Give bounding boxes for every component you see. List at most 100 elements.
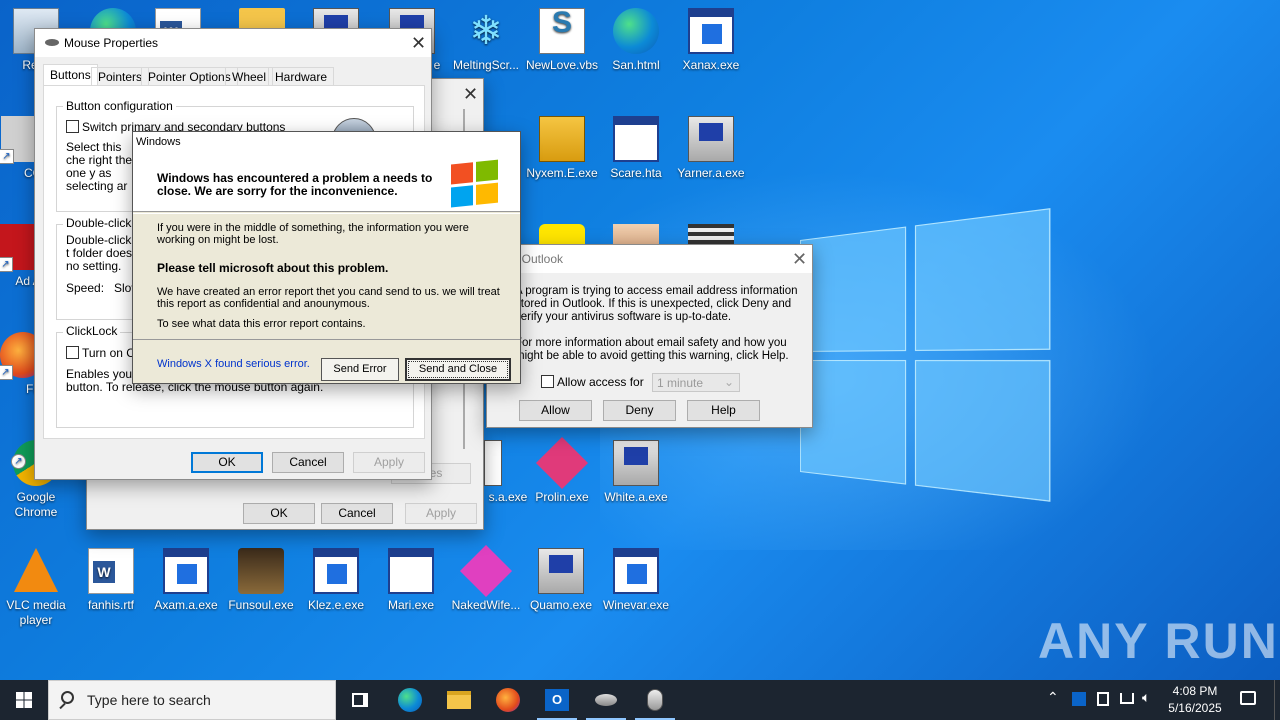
taskbar-firefox[interactable]: [484, 680, 532, 720]
duration-select[interactable]: 1 minute ⌄: [652, 373, 740, 392]
send-and-close-button[interactable]: Send and Close: [405, 358, 511, 381]
desktop-icon-label: Yarner.a.exe: [677, 166, 745, 180]
taskbar-search-box[interactable]: Type here to search: [48, 680, 336, 720]
snowflake-icon: ❄: [469, 9, 503, 53]
tab-label: Hardware: [275, 70, 328, 84]
desktop-icon-label: Google Chrome: [14, 490, 58, 519]
tab-label: Wheel: [232, 70, 267, 84]
close-icon[interactable]: ✕: [411, 34, 426, 52]
switch-buttons-checkbox[interactable]: [66, 120, 79, 133]
watermark-text: ANY RUN: [1038, 613, 1279, 669]
desktop-icon-fanhis[interactable]: fanhis.rtf: [73, 548, 149, 613]
desktop-icon-label: White.a.exe: [604, 490, 668, 504]
photo-icon: [613, 224, 659, 246]
desktop-icon-label: MeltingScr...: [452, 58, 520, 72]
desktop-icon-winevar[interactable]: Winevar.exe: [598, 548, 674, 613]
taskbar-file-explorer[interactable]: [435, 680, 483, 720]
send-error-button[interactable]: Send Error: [321, 358, 399, 381]
tab-pointer-options[interactable]: Pointer Options: [141, 67, 238, 87]
tab-buttons[interactable]: Buttons: [43, 64, 98, 86]
taskbar-mouse-properties[interactable]: [582, 680, 630, 720]
vbs-script-icon: [539, 8, 585, 54]
tab-label: Buttons: [50, 68, 91, 82]
back-ok-button[interactable]: OK: [243, 503, 315, 524]
back-apply-button[interactable]: Apply: [405, 503, 477, 524]
exe-icon: [688, 8, 734, 54]
window-title: Mouse Properties: [64, 36, 159, 50]
tab-wheel[interactable]: Wheel: [225, 67, 274, 87]
clock-date: 5/16/2025: [1168, 701, 1222, 715]
desktop-icon-label: Winevar.exe: [602, 598, 670, 612]
notification-icon[interactable]: [1240, 691, 1256, 705]
outlook-tray-icon[interactable]: [1072, 692, 1086, 706]
desktop-icon-mari[interactable]: Mari.exe: [373, 548, 449, 613]
desktop-icon-funsoul[interactable]: Funsoul.exe: [223, 548, 299, 613]
back-cancel-button[interactable]: Cancel: [321, 503, 393, 524]
allow-access-checkbox[interactable]: [541, 375, 554, 388]
desktop-icon-stack[interactable]: [673, 224, 749, 246]
desktop-icon-label: Mari.exe: [387, 598, 434, 612]
desktop-icon-label: NewLove.vbs: [525, 58, 599, 72]
edge-icon: [398, 688, 422, 712]
windows-start-icon: [16, 692, 32, 708]
clock[interactable]: 4:08 PM 5/16/2025: [1164, 683, 1226, 717]
desktop-icon-xanax[interactable]: Xanax.exe: [673, 8, 749, 73]
search-icon-handle: [59, 702, 66, 710]
desktop-icon-san-html[interactable]: San.html: [598, 8, 674, 73]
desktop-icon-label: NakedWife...: [451, 598, 521, 612]
desktop-icon-label: Klez.e.exe: [307, 598, 365, 612]
tray-app-icon[interactable]: [1097, 692, 1109, 706]
outlook-security-dialog[interactable]: t Outlook ✕ A program is trying to acces…: [486, 244, 813, 428]
error-header: Windows Windows has encountered a proble…: [133, 132, 520, 212]
chevron-up-icon[interactable]: ⌃: [1047, 689, 1059, 706]
tab-hardware[interactable]: Hardware: [268, 67, 335, 87]
desktop-icon-label: San.html: [612, 58, 660, 72]
desktop-icon-white[interactable]: White.a.exe: [598, 440, 674, 505]
anyrun-watermark: ANY RUN: [1038, 612, 1279, 670]
task-view-button[interactable]: [336, 680, 384, 720]
window-title: t Outlook: [515, 252, 564, 266]
desktop-icon-photo[interactable]: [598, 224, 674, 246]
exe-icon: [163, 548, 209, 594]
installer-icon: [688, 116, 734, 162]
show-desktop-button[interactable]: [1274, 680, 1280, 720]
desktop-icon-nakedwife[interactable]: NakedWife...: [448, 544, 524, 613]
archive-icon: [539, 116, 585, 162]
cancel-button[interactable]: Cancel: [272, 452, 344, 473]
desktop-icon-newlove[interactable]: NewLove.vbs: [524, 8, 600, 73]
desktop-icon-meltingscr[interactable]: ❄ MeltingScr...: [448, 8, 524, 73]
group-title: ClickLock: [63, 324, 121, 338]
close-icon[interactable]: ✕: [463, 85, 478, 103]
exe-icon: [484, 440, 502, 486]
desktop-icon-vlc[interactable]: VLC media player: [0, 548, 74, 628]
windows-xp-logo-icon: [451, 159, 499, 208]
error-report-dialog[interactable]: Windows Windows has encountered a proble…: [132, 131, 521, 384]
start-button[interactable]: [0, 680, 48, 720]
desktop-icon-nyxem[interactable]: Nyxem.E.exe: [524, 116, 600, 181]
desktop-icon-scare[interactable]: Scare.hta: [598, 116, 674, 181]
taskbar-error-app[interactable]: [631, 680, 679, 720]
volume-icon[interactable]: 🔈︎: [1142, 689, 1150, 706]
ok-button[interactable]: OK: [191, 452, 263, 473]
error-tell-heading: Please tell microsoft about this problem…: [157, 261, 389, 275]
clicklock-checkbox[interactable]: [66, 346, 79, 359]
error-footer-link[interactable]: Windows X found serious error.: [157, 358, 310, 370]
apply-button[interactable]: Apply: [353, 452, 425, 473]
hta-icon: [613, 116, 659, 162]
task-view-icon: [352, 693, 368, 707]
desktop-icon-quamo[interactable]: Quamo.exe: [523, 548, 599, 613]
desktop-icon-axam[interactable]: Axam.a.exe: [148, 548, 224, 613]
desktop-icon-yarner[interactable]: Yarner.a.exe: [673, 116, 749, 181]
deny-button[interactable]: Deny: [603, 400, 676, 421]
taskbar-edge[interactable]: [386, 680, 434, 720]
search-placeholder: Type here to search: [87, 692, 211, 708]
desktop-icon-prolin[interactable]: Prolin.exe: [524, 436, 600, 505]
close-icon[interactable]: ✕: [792, 250, 807, 268]
desktop-icon-klez[interactable]: Klez.e.exe: [298, 548, 374, 613]
prolin-icon: [535, 436, 589, 490]
network-icon[interactable]: [1120, 693, 1134, 704]
taskbar-outlook[interactable]: O: [533, 680, 581, 720]
allow-button[interactable]: Allow: [519, 400, 592, 421]
desktop-icon-smiley[interactable]: [524, 224, 600, 246]
help-button[interactable]: Help: [687, 400, 760, 421]
